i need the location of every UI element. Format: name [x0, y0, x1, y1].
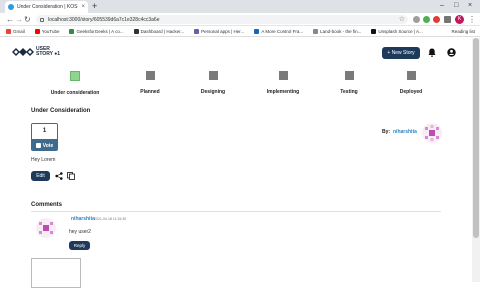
tab-title: Under Consideration | KOS User	[17, 4, 79, 10]
stage-testing[interactable]: Testing	[319, 71, 379, 95]
address-bar[interactable]: localhost:3000/story/605539d6a7c1e328c4c…	[36, 15, 408, 24]
commenter-avatar	[36, 218, 56, 238]
extension-icon[interactable]	[423, 16, 430, 23]
comment-text: hey user2	[69, 229, 91, 235]
browser-tab[interactable]: Under Consideration | KOS User ×	[5, 1, 88, 13]
vote-label: Vote	[42, 142, 54, 149]
bookmark-item[interactable]: Unsplash Source | A...	[371, 29, 423, 34]
comments-divider	[31, 211, 441, 212]
stage-label: Designing	[200, 89, 226, 95]
close-tab-icon[interactable]: ×	[81, 4, 85, 10]
stage-label: Under consideration	[50, 90, 100, 96]
bookmarks-bar: Gmail YouTube GeeksforGeeks | A co... Da…	[0, 27, 480, 37]
stage-indicator	[406, 71, 416, 80]
scrollbar-thumb[interactable]	[473, 38, 479, 238]
profile-avatar[interactable]: K	[455, 15, 464, 24]
vote-widget: 1 Vote	[31, 123, 58, 151]
thumbs-up-icon	[35, 143, 41, 148]
new-story-button[interactable]: + New Story	[382, 47, 420, 59]
bookmark-label: A More Control Fra...	[261, 29, 304, 34]
author-avatar	[422, 123, 442, 143]
stage-label: Planned	[140, 89, 160, 95]
logo-mark-icon	[12, 48, 34, 56]
bookmark-label: Personal apps | Her...	[201, 29, 245, 34]
youtube-icon	[34, 29, 40, 34]
stage-planned[interactable]: Planned	[120, 71, 180, 95]
minimize-icon[interactable]: –	[440, 1, 444, 11]
url-text: localhost:3000/story/605539d6a7c1e328c4c…	[48, 16, 160, 23]
bookmark-label: YouTube	[41, 29, 60, 34]
landbook-icon	[313, 29, 319, 34]
bookmark-label: Unsplash Source | A...	[378, 29, 423, 34]
extensions-puzzle-icon[interactable]	[444, 16, 451, 23]
bookmark-label: Land-book - the fin...	[320, 29, 362, 34]
heroku-icon	[194, 29, 200, 34]
maximize-icon[interactable]: □	[454, 1, 458, 11]
stage-implementing[interactable]: Implementing	[253, 71, 313, 95]
forward-icon[interactable]: →	[15, 14, 23, 25]
share-icon[interactable]	[55, 172, 63, 180]
framework-icon	[254, 29, 260, 34]
reload-icon[interactable]: ↻	[24, 14, 31, 25]
unsplash-icon	[371, 29, 377, 34]
reply-button[interactable]: Reply	[69, 241, 90, 250]
story-description: Hey Lorem	[31, 157, 56, 163]
app-page: USER STORY ●1 + New Story Under consider…	[0, 38, 472, 288]
stage-indicator	[278, 71, 288, 80]
bookmark-item[interactable]: Land-book - the fin...	[313, 29, 361, 34]
bookmark-star-icon[interactable]: ☆	[399, 15, 405, 24]
bookmark-item[interactable]: GeeksforGeeks | A co...	[69, 29, 124, 34]
stage-under-consideration[interactable]: Under consideration	[45, 71, 105, 96]
info-icon[interactable]	[40, 17, 44, 22]
bookmark-item[interactable]: YouTube	[34, 29, 60, 34]
account-icon[interactable]	[447, 48, 456, 57]
back-icon[interactable]: ←	[6, 14, 14, 25]
vote-count: 1	[32, 124, 57, 139]
bookmark-item[interactable]: Gmail	[6, 29, 25, 34]
comment-input[interactable]	[31, 258, 81, 288]
logo-text: USER STORY ●1	[34, 47, 60, 57]
app-logo[interactable]: USER STORY ●1	[12, 47, 60, 57]
stage-indicator	[344, 71, 354, 80]
stage-label: Testing	[340, 89, 358, 95]
site-favicon-icon	[8, 4, 14, 10]
author-prefix: By:	[382, 129, 391, 135]
stage-label: Implementing	[266, 89, 300, 95]
stage-indicator	[70, 71, 80, 81]
edit-button[interactable]: Edit	[31, 171, 50, 181]
bell-icon[interactable]	[428, 48, 436, 57]
stage-indicator	[145, 71, 155, 80]
stage-designing[interactable]: Designing	[183, 71, 243, 95]
browser-tab-strip: Under Consideration | KOS User × + – □ ×	[0, 0, 480, 13]
author-link[interactable]: niharshita	[393, 129, 417, 135]
stage-label: Deployed	[399, 89, 423, 95]
reading-list-button[interactable]: Reading list	[451, 29, 475, 34]
copy-icon[interactable]	[67, 172, 75, 180]
bookmark-label: GeeksforGeeks | A co...	[76, 29, 124, 34]
browser-menu-icon[interactable]: ⋮	[468, 14, 476, 25]
close-window-icon[interactable]: ×	[468, 1, 472, 11]
vote-button[interactable]: Vote	[32, 139, 57, 150]
gmail-icon	[6, 29, 11, 34]
bookmark-item[interactable]: Dashboard | Hacker...	[133, 29, 185, 34]
stage-indicator	[208, 71, 218, 80]
comment-timestamp: 2021-04-18 11:15:30	[94, 217, 127, 221]
bookmark-item[interactable]: A More Control Fra...	[254, 29, 303, 34]
bookmark-label: Dashboard | Hacker...	[140, 29, 185, 34]
story-status-title: Under Consideration	[31, 108, 91, 114]
new-tab-button[interactable]: +	[92, 1, 97, 12]
bookmark-item[interactable]: Personal apps | Her...	[194, 29, 244, 34]
logo-text-line: STORY ●1	[36, 51, 61, 57]
comments-heading: Comments	[31, 202, 63, 208]
browser-toolbar: ← → ↻ localhost:3000/story/605539d6a7c1e…	[0, 13, 480, 26]
page-scrollbar[interactable]	[472, 38, 480, 282]
extension-icon[interactable]	[413, 16, 420, 23]
hackerrank-icon	[133, 29, 139, 34]
geeksforgeeks-icon	[69, 29, 75, 34]
bookmark-label: Gmail	[13, 29, 25, 34]
comment-author[interactable]: niharshita	[71, 216, 95, 222]
stage-deployed[interactable]: Deployed	[381, 71, 441, 95]
extension-icon[interactable]	[433, 16, 440, 23]
